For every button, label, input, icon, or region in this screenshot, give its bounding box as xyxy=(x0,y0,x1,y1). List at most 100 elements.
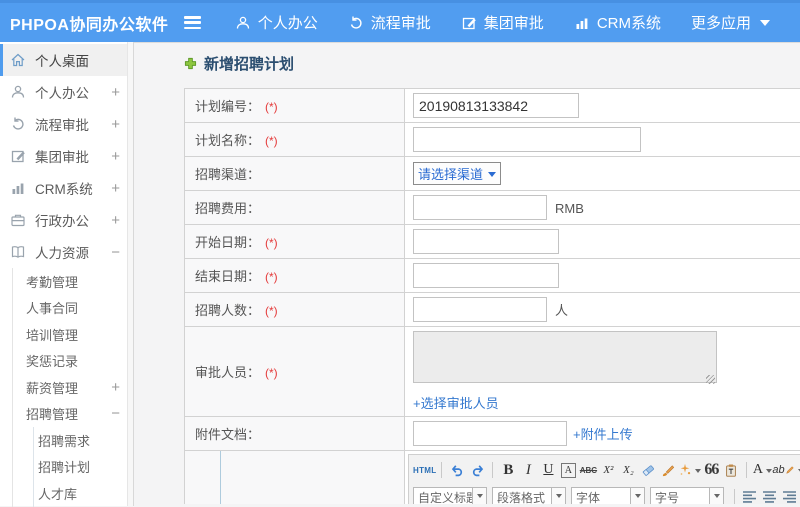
sidebar-item-training-mgmt[interactable]: 培训管理 xyxy=(13,321,133,348)
blockquote-button[interactable]: 66 xyxy=(701,460,721,480)
caret-down-icon xyxy=(766,469,772,476)
menu-icon[interactable] xyxy=(184,16,201,29)
resize-grip-icon[interactable] xyxy=(706,375,715,384)
sidebar-item-salary-mgmt[interactable]: 薪资管理 + xyxy=(13,374,133,401)
underline-button[interactable]: U xyxy=(538,460,558,480)
align-left-button[interactable] xyxy=(740,487,760,504)
attachment-upload-link[interactable]: +附件上传 xyxy=(573,427,633,442)
format-match-button[interactable] xyxy=(658,460,678,480)
sidebar-item-group-approval[interactable]: 集团审批 + xyxy=(0,140,133,172)
sidebar-item-human-resources[interactable]: 人力资源 − xyxy=(0,236,133,268)
sidebar-item-recruit-mgmt[interactable]: 招聘管理 − xyxy=(13,401,133,428)
autolabel-button[interactable]: A xyxy=(561,463,576,478)
collapse-icon[interactable]: − xyxy=(111,405,120,422)
brush-icon xyxy=(661,463,676,478)
align-center-button[interactable] xyxy=(760,487,780,504)
sidebar-item-personal-office[interactable]: 个人办公 + xyxy=(0,76,133,108)
align-right-icon xyxy=(783,491,797,503)
expand-icon[interactable]: + xyxy=(111,148,120,165)
sidebar-item-label: 人事合同 xyxy=(26,298,78,317)
font-family-combo[interactable]: 字体 xyxy=(571,487,645,504)
plan-name-label: 计划名称： xyxy=(195,133,260,148)
topbar: PHPOA协同办公软件 个人办公 流程审批 集团审批 CRM系统 更多应用 xyxy=(0,0,800,42)
font-size-combo[interactable]: 字号 xyxy=(650,487,724,504)
nav-group-approval[interactable]: 集团审批 xyxy=(461,12,544,33)
briefcase-icon xyxy=(10,212,26,228)
sidebar-item-recruit-plan[interactable]: 招聘计划 xyxy=(34,454,133,481)
sidebar-item-label: 奖惩记录 xyxy=(26,351,78,370)
nav-personal-office[interactable]: 个人办公 xyxy=(235,12,318,33)
sidebar-item-reward-punishment[interactable]: 奖惩记录 xyxy=(13,348,133,375)
collapse-icon[interactable]: − xyxy=(111,244,120,261)
fee-label: 招聘费用： xyxy=(195,201,260,216)
sidebar-item-label: 招聘管理 xyxy=(26,404,78,423)
approver-textarea[interactable] xyxy=(413,331,717,383)
sidebar-item-recruit-demand[interactable]: 招聘需求 xyxy=(34,427,133,454)
auto-typeset-button[interactable] xyxy=(678,460,701,480)
sidebar-item-personal-desktop[interactable]: 个人桌面 xyxy=(0,44,133,76)
expand-icon[interactable]: + xyxy=(111,84,120,101)
flow-icon xyxy=(10,116,26,132)
fee-input[interactable] xyxy=(413,195,547,220)
combo-arrow[interactable] xyxy=(631,487,645,504)
rich-text-editor: HTML B I U A xyxy=(408,454,800,504)
end-date-input[interactable] xyxy=(413,263,559,288)
highlight-color-button[interactable]: ab xyxy=(772,460,800,480)
font-color-button[interactable]: A xyxy=(752,460,772,480)
expand-icon[interactable]: + xyxy=(111,212,120,229)
required-mark: (*) xyxy=(265,100,278,114)
sidebar-item-label: 考勤管理 xyxy=(26,272,78,291)
sidebar-item-label: 招聘计划 xyxy=(38,457,90,476)
start-date-input[interactable] xyxy=(413,229,559,254)
sidebar-scrollbar[interactable] xyxy=(127,42,133,506)
remove-format-button[interactable] xyxy=(638,460,658,480)
nav-label: 更多应用 xyxy=(691,12,751,33)
sidebar-item-crm-system[interactable]: CRM系统 + xyxy=(0,172,133,204)
channel-select[interactable]: 请选择渠道 xyxy=(413,162,501,185)
magic-wand-icon xyxy=(678,463,692,477)
editor-toolbar: HTML B I U A xyxy=(409,455,800,504)
bold-button[interactable]: B xyxy=(498,460,518,480)
headcount-input[interactable] xyxy=(413,297,547,322)
attachment-input[interactable] xyxy=(413,421,567,446)
select-approver-link[interactable]: +选择审批人员 xyxy=(413,393,800,412)
custom-heading-combo[interactable]: 自定义标题 xyxy=(413,487,487,504)
italic-button[interactable]: I xyxy=(518,460,538,480)
expand-icon[interactable]: + xyxy=(111,180,120,197)
plan-no-input[interactable] xyxy=(413,93,579,118)
top-nav: 个人办公 流程审批 集团审批 CRM系统 更多应用 xyxy=(235,12,800,33)
user-icon xyxy=(235,15,251,31)
sidebar-item-attendance-mgmt[interactable]: 考勤管理 xyxy=(13,268,133,295)
subscript-button[interactable]: X₂ xyxy=(618,460,638,480)
combo-arrow[interactable] xyxy=(552,487,566,504)
expand-icon[interactable]: + xyxy=(111,379,120,396)
nav-more-apps[interactable]: 更多应用 xyxy=(691,12,770,33)
combo-arrow[interactable] xyxy=(473,487,487,504)
sidebar-item-hr-contract[interactable]: 人事合同 xyxy=(13,295,133,322)
main-content: 新增招聘计划 计划编号：(*) 计划名称：(*) 招聘渠道： xyxy=(134,42,800,504)
nav-workflow-approval[interactable]: 流程审批 xyxy=(348,12,431,33)
undo-button[interactable] xyxy=(447,460,467,480)
combo-arrow[interactable] xyxy=(710,487,724,504)
hr-submenu: 考勤管理 人事合同 培训管理 奖惩记录 薪资管理 + 招聘管理 − 招聘需求 招… xyxy=(12,268,133,507)
superscript-button[interactable]: X² xyxy=(598,460,618,480)
start-date-label: 开始日期： xyxy=(195,235,260,250)
paste-text-button[interactable] xyxy=(721,460,741,480)
nav-label: 流程审批 xyxy=(371,12,431,33)
strikethrough-button[interactable]: ABC xyxy=(578,460,598,480)
plan-name-input[interactable] xyxy=(413,127,641,152)
paragraph-format-combo[interactable]: 段落格式 xyxy=(492,487,566,504)
sidebar-item-talent-pool[interactable]: 人才库 xyxy=(34,480,133,507)
channel-selected-option: 请选择渠道 xyxy=(418,164,483,183)
sidebar-item-admin-office[interactable]: 行政办公 + xyxy=(0,204,133,236)
toolbar-separator xyxy=(441,462,442,478)
nav-crm-system[interactable]: CRM系统 xyxy=(574,12,661,33)
caret-down-icon xyxy=(714,494,720,501)
sidebar-item-workflow-approval[interactable]: 流程审批 + xyxy=(0,108,133,140)
combo-value: 自定义标题 xyxy=(413,487,473,504)
redo-button[interactable] xyxy=(467,460,487,480)
expand-icon[interactable]: + xyxy=(111,116,120,133)
source-button[interactable]: HTML xyxy=(413,460,436,480)
align-right-button[interactable] xyxy=(780,487,800,504)
required-mark: (*) xyxy=(265,236,278,250)
